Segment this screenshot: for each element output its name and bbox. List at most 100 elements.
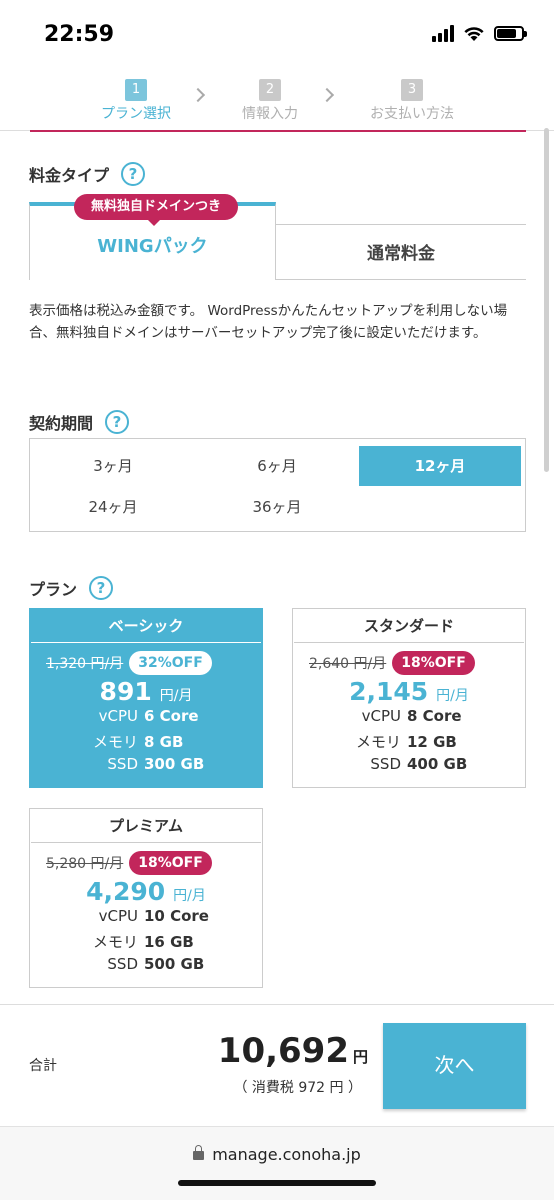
status-bar: 22:59: [0, 0, 554, 68]
total-price: 10,692 円: [218, 1031, 368, 1071]
plan-title: プラン: [29, 580, 78, 599]
step-label: 情報入力: [242, 106, 298, 122]
period-option-6m[interactable]: 6ヶ月: [196, 446, 358, 486]
plan-old-price: 2,640 円/月: [309, 656, 387, 672]
step-number: 2: [259, 79, 281, 101]
url-display: manage.conoha.jp: [0, 1145, 554, 1164]
step-label: プラン選択: [101, 106, 171, 122]
period-option-24m[interactable]: 24ヶ月: [32, 487, 194, 527]
plan-price-line: 2,640 円/月 18%OFF: [309, 651, 475, 675]
plan-price-unit: 円/月: [159, 688, 193, 704]
plan-heading: プラン ?: [29, 576, 114, 600]
next-button[interactable]: 次へ: [383, 1023, 526, 1109]
spec-key: メモリ: [92, 933, 138, 951]
plan-spec-memory: メモリ 8 GB: [30, 731, 262, 752]
plan-price-line: 1,320 円/月 32%OFF: [46, 651, 212, 675]
plan-card-basic[interactable]: ベーシック 1,320 円/月 32%OFF 891 円/月 vCPU 6 Core…: [29, 608, 263, 788]
step-number: 3: [401, 79, 423, 101]
plan-spec-ssd: SSD 400 GB: [293, 755, 525, 773]
checkout-steps: 1 プラン選択 2 情報入力 3 お支払い方法: [0, 78, 554, 132]
spec-value: 16 GB: [144, 933, 194, 951]
free-domain-badge: 無料独自ドメインつき: [74, 194, 238, 226]
plan-old-price: 1,320 円/月: [46, 656, 124, 672]
spec-key: vCPU: [98, 907, 138, 925]
status-icons: [432, 24, 527, 42]
spec-value: 8 Core: [407, 707, 462, 725]
tab-label: 通常料金: [367, 244, 435, 264]
period-selector: 3ヶ月 6ヶ月 12ヶ月 24ヶ月 36ヶ月: [29, 438, 526, 532]
plan-spec-memory: メモリ 16 GB: [30, 931, 262, 952]
step-number: 1: [125, 79, 147, 101]
plan-price-unit: 円/月: [436, 688, 469, 704]
plan-price-amount: 2,145: [349, 677, 429, 706]
plan-card-premium[interactable]: プレミアム 5,280 円/月 18%OFF 4,290 円/月 vCPU 10 C…: [29, 808, 263, 988]
spec-value: 6 Core: [144, 707, 199, 725]
pricing-type-heading: 料金タイプ ?: [29, 162, 146, 186]
spec-value: 500 GB: [144, 955, 205, 973]
plan-name: スタンダード: [294, 609, 524, 643]
tab-wing-pack[interactable]: 無料独自ドメインつき WINGパック: [29, 194, 276, 280]
tab-normal-price[interactable]: 通常料金: [276, 224, 526, 280]
period-option-12m[interactable]: 12ヶ月: [359, 446, 521, 486]
plan-card-standard[interactable]: スタンダード 2,640 円/月 18%OFF 2,145 円/月 vCPU 8 C…: [292, 608, 526, 788]
spec-value: 10 Core: [144, 907, 209, 925]
scrollbar[interactable]: [544, 128, 549, 472]
pricing-type-tabs: 無料独自ドメインつき WINGパック 通常料金: [29, 194, 526, 280]
status-time: 22:59: [44, 22, 115, 47]
step-payment: 3 お支払い方法: [366, 78, 458, 123]
plan-price-amount: 4,290: [86, 877, 166, 906]
help-icon[interactable]: ?: [121, 162, 146, 186]
plan-name: プレミアム: [31, 809, 261, 843]
wifi-icon: [464, 26, 484, 41]
browser-url-bar[interactable]: manage.conoha.jp: [0, 1126, 554, 1200]
plan-name: ベーシック: [31, 609, 261, 643]
period-heading: 契約期間 ?: [29, 410, 130, 434]
spec-value: 12 GB: [407, 733, 457, 751]
spec-key: SSD: [370, 755, 401, 773]
step-plan-select: 1 プラン選択: [98, 78, 174, 123]
plan-price-unit: 円/月: [173, 888, 206, 904]
spec-value: 400 GB: [407, 755, 468, 773]
help-icon[interactable]: ?: [105, 410, 130, 434]
plan-spec-memory: メモリ 12 GB: [293, 731, 525, 752]
period-title: 契約期間: [29, 414, 94, 433]
discount-badge: 18%OFF: [392, 651, 475, 675]
spec-value: 8 GB: [144, 733, 184, 751]
plan-price-amount: 891: [99, 677, 152, 706]
plan-spec-cpu: vCPU 6 Core: [30, 707, 262, 725]
plan-old-price: 5,280 円/月: [46, 856, 124, 872]
url-text: manage.conoha.jp: [212, 1145, 361, 1164]
period-option-36m[interactable]: 36ヶ月: [196, 487, 358, 527]
price-notice: 表示価格は税込み金額です。 WordPressかんたんセットアップを利用しない場…: [29, 303, 508, 341]
chevron-right-icon: [190, 87, 206, 103]
home-indicator[interactable]: [178, 1180, 376, 1186]
discount-badge: 18%OFF: [129, 851, 212, 875]
plan-spec-ssd: SSD 300 GB: [30, 755, 262, 773]
battery-icon: [494, 25, 527, 41]
plan-spec-cpu: vCPU 10 Core: [30, 907, 262, 925]
chevron-right-icon: [319, 87, 335, 103]
total-label: 合計: [29, 1058, 57, 1074]
spec-value: 300 GB: [144, 755, 205, 773]
cellular-signal-icon: [432, 24, 454, 42]
plan-spec-cpu: vCPU 8 Core: [293, 707, 525, 725]
spec-key: vCPU: [98, 707, 138, 725]
spec-key: SSD: [107, 755, 138, 773]
spec-key: SSD: [107, 955, 138, 973]
discount-badge: 32%OFF: [129, 651, 212, 675]
help-icon[interactable]: ?: [89, 576, 114, 600]
pricing-type-title: 料金タイプ: [29, 166, 110, 185]
plan-price: 891 円/月: [30, 677, 262, 706]
tab-label: WINGパック: [97, 236, 208, 257]
plan-price: 2,145 円/月: [293, 677, 525, 706]
plan-price-line: 5,280 円/月 18%OFF: [46, 851, 212, 875]
spec-key: vCPU: [361, 707, 401, 725]
steps-accent-line: [30, 130, 526, 132]
spec-key: メモリ: [355, 733, 401, 751]
tax-note: （ 消費税 972 円 ）: [233, 1080, 362, 1096]
total-unit: 円: [352, 1048, 368, 1066]
plan-spec-ssd: SSD 500 GB: [30, 955, 262, 973]
step-label: お支払い方法: [370, 106, 454, 122]
period-option-3m[interactable]: 3ヶ月: [32, 446, 194, 486]
total-amount: 10,692: [217, 1031, 349, 1071]
